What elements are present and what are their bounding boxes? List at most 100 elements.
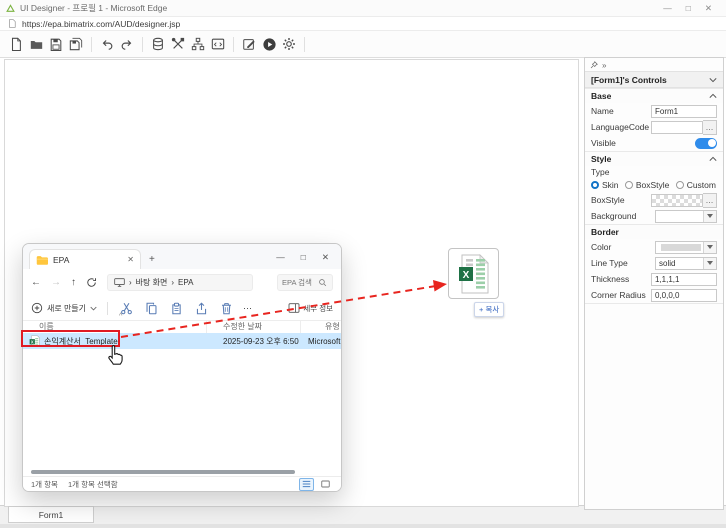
settings-gear-button[interactable]	[279, 34, 299, 54]
explorer-tabbar: EPA ✕ + — □ ✕	[23, 244, 341, 269]
corner-radius-label: Corner Radius	[591, 290, 646, 300]
background-dropdown[interactable]	[655, 210, 717, 223]
explorer-minimize-button[interactable]: —	[276, 252, 285, 263]
minimize-button[interactable]: —	[663, 3, 672, 14]
up-button[interactable]: ↑	[71, 277, 76, 288]
column-headers: 이름 ^ 수정한 날짜 유형	[23, 320, 341, 333]
explorer-command-bar: 새로 만들기 ⋯ 세부 정보	[23, 296, 341, 321]
column-name[interactable]: 이름 ^	[23, 320, 207, 333]
radio-custom[interactable]: Custom	[676, 180, 716, 190]
save-button[interactable]	[46, 34, 66, 54]
breadcrumb[interactable]: › 바탕 화면 › EPA	[107, 274, 253, 291]
designer-toolbar	[0, 31, 726, 58]
tools-button[interactable]	[168, 34, 188, 54]
breadcrumb-sep2: ›	[171, 278, 174, 287]
type-label: Type	[591, 167, 609, 177]
radio-boxstyle[interactable]: BoxStyle	[625, 180, 670, 190]
line-type-dropdown[interactable]: solid	[655, 257, 717, 270]
explorer-maximize-button[interactable]: □	[301, 252, 306, 263]
controls-header[interactable]: [Form1]'s Controls	[585, 71, 723, 88]
explorer-tab-title: EPA	[53, 255, 69, 265]
name-label: Name	[591, 106, 614, 116]
radio-skin[interactable]: Skin	[591, 180, 619, 190]
page-icon	[8, 19, 16, 28]
code-window-button[interactable]	[208, 34, 228, 54]
save-all-button[interactable]	[66, 34, 86, 54]
new-file-button[interactable]	[6, 34, 26, 54]
file-date: 2025-09-23 오후 6:50	[207, 336, 301, 347]
list-view-button[interactable]	[299, 478, 314, 491]
file-explorer-window[interactable]: EPA ✕ + — □ ✕ ← → ↑ › 바탕 화면 › EPA	[22, 243, 342, 492]
thumbnail-view-button[interactable]	[318, 478, 333, 491]
new-item-label: 새로 만들기	[47, 303, 86, 314]
search-box[interactable]	[277, 274, 333, 291]
line-type-label: Line Type	[591, 258, 628, 268]
visible-toggle[interactable]	[695, 138, 717, 149]
boxstyle-swatch[interactable]	[651, 194, 703, 207]
new-tab-button[interactable]: +	[149, 254, 155, 265]
file-row-selected[interactable]: X 손익계산서_Template 2025-09-23 오후 6:50 Micr…	[23, 333, 341, 349]
excel-control[interactable]: X	[448, 248, 499, 299]
details-pane-button[interactable]: 세부 정보	[288, 303, 333, 314]
explorer-statusbar: 1개 항목 1개 항목 선택함	[23, 476, 341, 491]
thickness-label: Thickness	[591, 274, 629, 284]
languagecode-browse-button[interactable]: …	[703, 120, 717, 135]
forward-button[interactable]: →	[51, 277, 61, 288]
search-input[interactable]	[282, 278, 318, 287]
tab-close-icon[interactable]: ✕	[127, 255, 134, 264]
file-name: 손익계산서_Template	[44, 336, 118, 347]
details-pane-label: 세부 정보	[303, 303, 333, 314]
svg-text:X: X	[31, 339, 34, 344]
column-type[interactable]: 유형	[301, 320, 341, 333]
excel-small-icon: X	[29, 335, 40, 347]
delete-button[interactable]	[218, 300, 234, 316]
more-options-button[interactable]: ⋯	[243, 303, 253, 314]
column-date-modified[interactable]: 수정한 날짜	[207, 320, 301, 333]
edit-button[interactable]	[239, 34, 259, 54]
breadcrumb-desktop[interactable]: 바탕 화면	[136, 277, 168, 288]
copy-button[interactable]	[143, 300, 159, 316]
type-radio-group: Skin BoxStyle Custom	[585, 178, 723, 192]
item-count: 1개 항목	[31, 479, 58, 490]
form1-tab[interactable]: Form1	[8, 506, 94, 523]
url-bar[interactable]: https://epa.bimatrix.com/AUD/designer.js…	[0, 17, 726, 31]
refresh-button[interactable]	[86, 277, 97, 288]
close-button[interactable]: ✕	[705, 3, 712, 14]
open-folder-button[interactable]	[26, 34, 46, 54]
sitemap-button[interactable]	[188, 34, 208, 54]
maximize-button[interactable]: □	[686, 3, 691, 14]
redo-button[interactable]	[117, 34, 137, 54]
breadcrumb-folder[interactable]: EPA	[178, 278, 193, 287]
thickness-field[interactable]	[651, 273, 717, 286]
boxstyle-browse-button[interactable]: …	[703, 193, 717, 208]
explorer-tab[interactable]: EPA ✕	[29, 249, 141, 269]
languagecode-field[interactable]	[651, 121, 703, 134]
properties-panel: » [Form1]'s Controls Base Name LanguageC…	[584, 57, 724, 510]
browser-titlebar: UI Designer - 프로필 1 - Microsoft Edge — □…	[0, 0, 726, 17]
database-button[interactable]	[148, 34, 168, 54]
copy-drop-badge: + 복사	[474, 302, 504, 317]
details-pane-icon	[288, 303, 300, 313]
explorer-close-button[interactable]: ✕	[322, 252, 329, 263]
border-color-dropdown[interactable]	[655, 241, 717, 254]
run-button[interactable]	[259, 34, 279, 54]
new-item-button[interactable]: 새로 만들기	[31, 302, 97, 314]
undo-button[interactable]	[97, 34, 117, 54]
chevron-up-icon	[709, 93, 717, 99]
corner-radius-field[interactable]	[651, 289, 717, 302]
name-field[interactable]	[651, 105, 717, 118]
boxstyle-label: BoxStyle	[591, 195, 625, 205]
pin-icon[interactable]	[590, 61, 598, 69]
back-button[interactable]: ←	[31, 277, 41, 288]
breadcrumb-sep: ›	[129, 278, 132, 287]
panel-collapse-button[interactable]: »	[602, 61, 606, 70]
section-style[interactable]: Style	[585, 151, 723, 166]
section-base[interactable]: Base	[585, 88, 723, 103]
section-border[interactable]: Border	[585, 224, 723, 239]
chevron-down-icon	[709, 77, 717, 83]
horizontal-scrollbar[interactable]	[31, 470, 295, 474]
chevron-up-icon	[709, 156, 717, 162]
paste-button[interactable]	[168, 300, 184, 316]
share-button[interactable]	[193, 300, 209, 316]
window-title: UI Designer - 프로필 1 - Microsoft Edge	[20, 2, 167, 14]
